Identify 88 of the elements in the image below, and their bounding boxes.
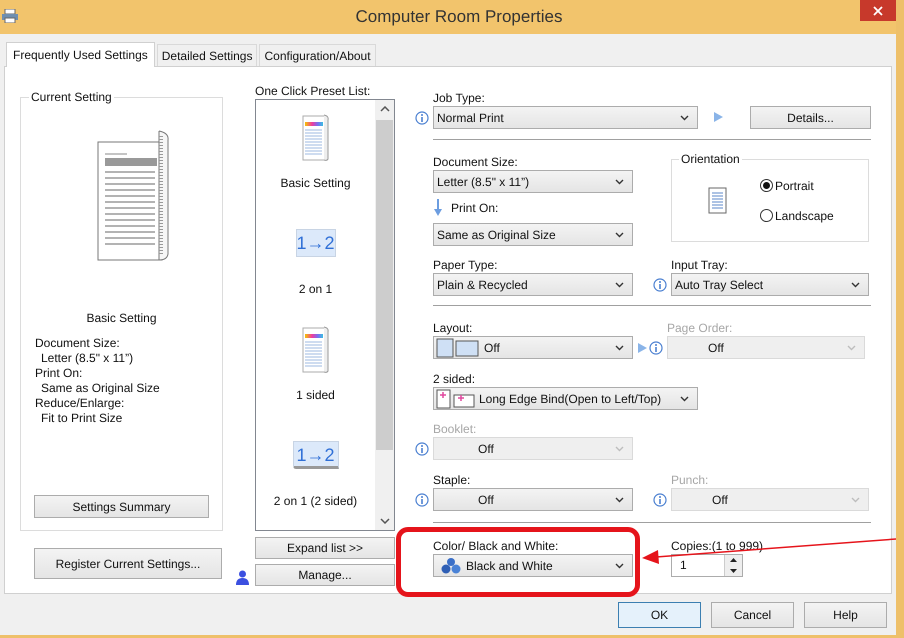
dialog-button[interactable]: OK: [618, 602, 701, 628]
duplex-icon: [436, 388, 476, 408]
chevron-icon: [615, 344, 624, 350]
preset-item[interactable]: 1 sided: [256, 318, 375, 424]
chevron-icon: [680, 114, 689, 120]
scroll-down-icon[interactable]: [380, 518, 390, 524]
dropdown[interactable]: Normal Print: [433, 106, 698, 129]
dropdown[interactable]: Long Edge Bind(Open to Left/Top): [433, 387, 698, 410]
field-label: Color/ Black and White:: [433, 538, 560, 554]
page-icon: [708, 187, 727, 214]
window-title: Computer Room Properties: [354, 6, 564, 28]
info-icon[interactable]: [415, 110, 429, 124]
dialog-button[interactable]: Help: [804, 602, 887, 628]
scroll-up-icon[interactable]: [380, 106, 390, 112]
field-label: Punch:: [671, 472, 710, 488]
button[interactable]: Settings Summary: [34, 495, 209, 518]
field-label: Layout:: [433, 320, 474, 336]
preset-item[interactable]: 1→2 2 on 1: [256, 212, 375, 318]
detail-value: Letter (8.5" x 11”): [40, 351, 134, 366]
dropdown[interactable]: Letter (8.5" x 11”): [433, 170, 633, 193]
printer-icon: [2, 9, 18, 23]
document-icon: [302, 324, 330, 374]
field-label: Input Tray:: [671, 257, 729, 273]
spin-box[interactable]: 1: [671, 554, 743, 577]
dropdown[interactable]: Off: [433, 488, 633, 511]
button[interactable]: Expand list >>: [255, 537, 395, 559]
preset-item[interactable]: Basic Setting: [256, 106, 375, 212]
group-title: Orientation: [679, 152, 742, 166]
chevron-icon: [615, 232, 624, 238]
tab[interactable]: Detailed Settings: [156, 44, 258, 66]
radio-option[interactable]: Portrait: [760, 176, 834, 194]
dropdown[interactable]: Off: [433, 336, 633, 359]
tab[interactable]: Frequently Used Settings: [6, 42, 155, 67]
triangle-icon: [637, 342, 648, 354]
person-icon: [236, 570, 249, 584]
document-icon: [302, 112, 330, 162]
combine-duplex-icon: 1→2: [292, 441, 338, 469]
triangle-icon: [713, 111, 724, 123]
tab[interactable]: Configuration/About: [259, 44, 376, 66]
chevron-icon: [680, 396, 689, 402]
button[interactable]: Register Current Settings...: [34, 548, 222, 579]
chevron-icon: [851, 496, 860, 502]
list-label: One Click Preset List:: [255, 84, 372, 98]
dropdown[interactable]: Black and White: [433, 554, 633, 577]
detail-value: Fit to Print Size: [40, 411, 124, 426]
field-label: Page Order:: [667, 320, 734, 336]
field-label: Paper Type:: [433, 257, 498, 273]
info-icon[interactable]: [415, 492, 429, 506]
preset-item[interactable]: 1→2 2 on 1 (2 sided): [256, 424, 375, 530]
scrollbar[interactable]: [375, 100, 394, 530]
field-label: Booklet:: [433, 421, 478, 437]
color-mode-icon: [440, 556, 462, 574]
field-label: Job Type:: [433, 90, 486, 106]
spin-up-icon[interactable]: [725, 555, 742, 566]
spin-down-icon[interactable]: [725, 566, 742, 576]
detail-value: Same as Original Size: [40, 381, 161, 396]
field-label: Staple:: [433, 472, 472, 488]
button[interactable]: Manage...: [255, 564, 395, 586]
chevron-icon: [851, 282, 860, 288]
chevron-icon: [615, 496, 624, 502]
chevron-icon: [847, 344, 856, 350]
scroll-thumb[interactable]: [376, 120, 393, 450]
detail-label: Reduce/Enlarge:: [35, 396, 126, 411]
close-button[interactable]: [860, 0, 896, 21]
chevron-icon: [615, 562, 624, 568]
field-label: Print On:: [451, 200, 498, 216]
chevron-icon: [615, 282, 624, 288]
field-label: Document Size:: [433, 154, 519, 170]
detail-label: Document Size:: [35, 336, 121, 351]
dialog-button[interactable]: Cancel: [711, 602, 794, 628]
chevron-icon: [615, 178, 624, 184]
preset-name: Basic Setting: [85, 310, 158, 326]
detail-label: Print On:: [35, 366, 84, 381]
dropdown[interactable]: Plain & Recycled: [433, 273, 633, 296]
down-arrow-icon: [433, 199, 443, 217]
button[interactable]: Details...: [750, 106, 871, 129]
chevron-icon: [615, 446, 624, 452]
layout-icon: [436, 338, 480, 358]
close-icon[interactable]: [873, 6, 883, 16]
radio-button[interactable]: [760, 209, 773, 222]
dropdown[interactable]: Auto Tray Select: [671, 273, 869, 296]
field-label: 2 sided:: [433, 371, 476, 387]
combine-icon: 1→2: [296, 229, 336, 257]
dropdown[interactable]: Same as Original Size: [433, 223, 633, 246]
radio-option[interactable]: Landscape: [760, 206, 834, 224]
group-title: Current Setting: [29, 90, 114, 104]
radio-button[interactable]: [760, 179, 773, 192]
info-icon[interactable]: [653, 278, 667, 292]
